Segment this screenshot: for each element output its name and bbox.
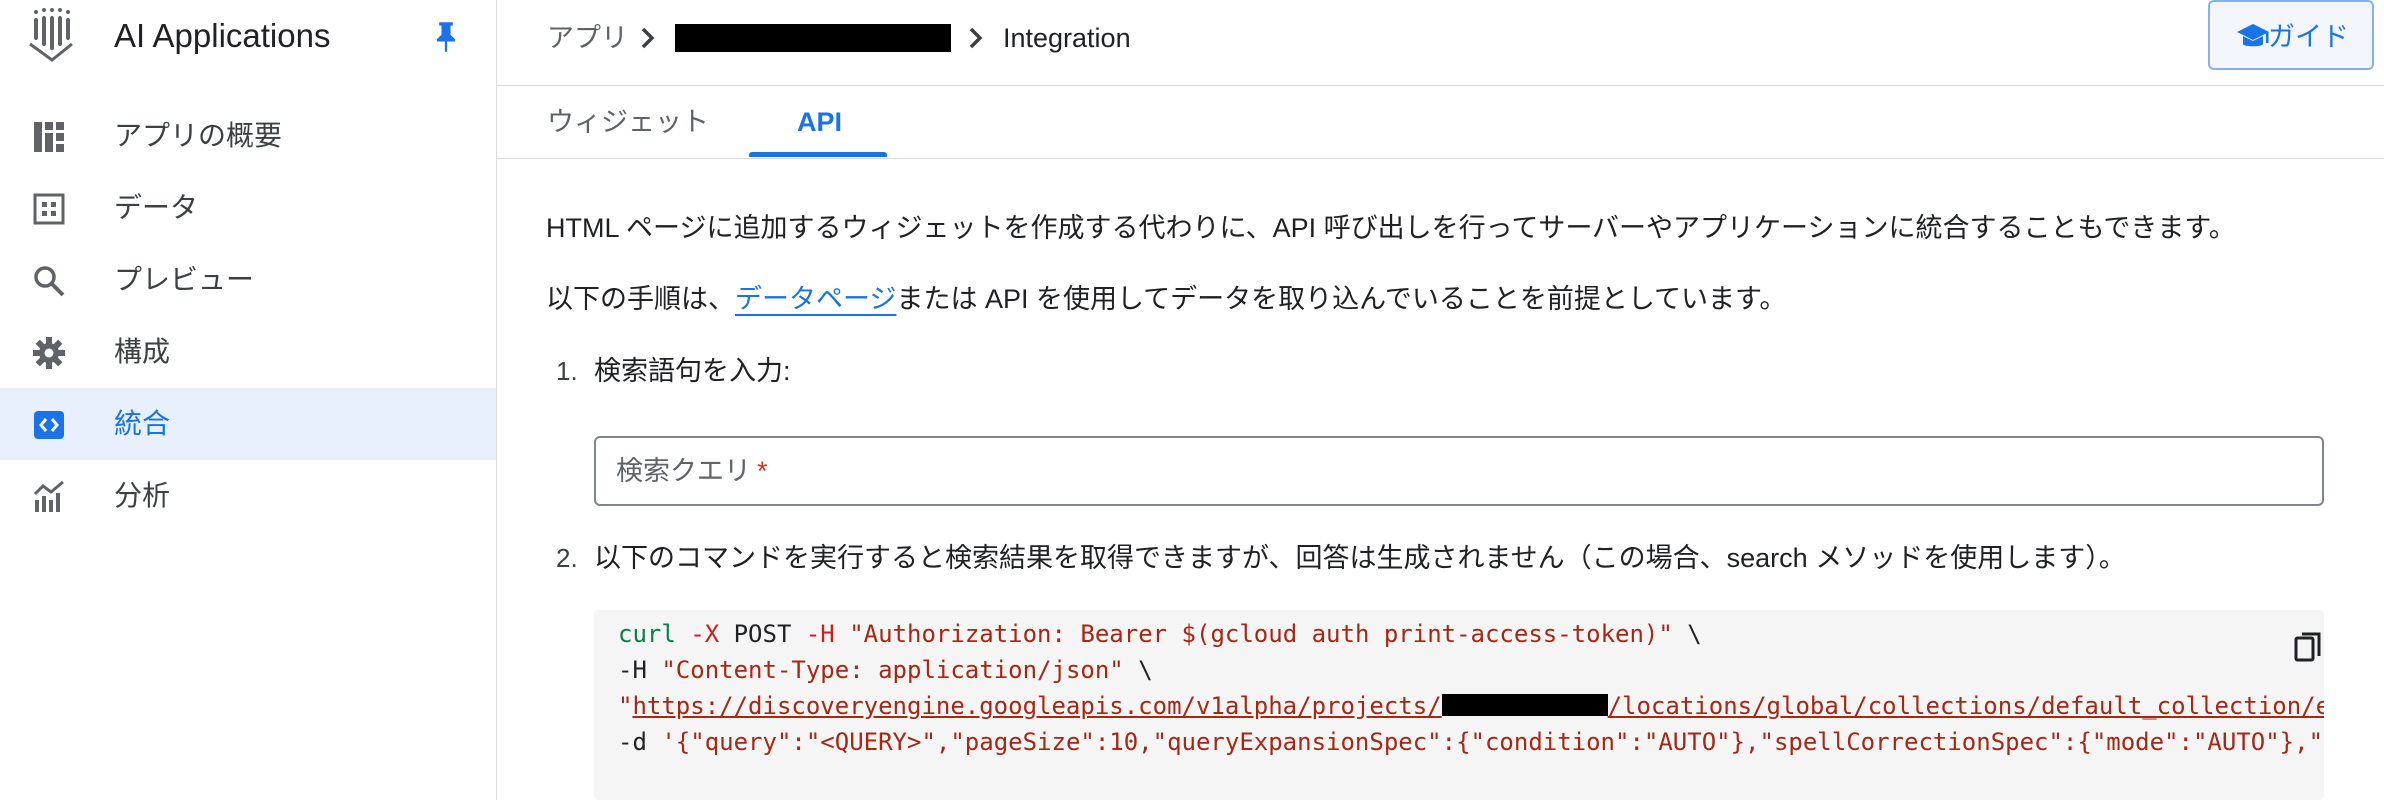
- sidebar-item-analytics[interactable]: 分析: [0, 460, 496, 532]
- prerequisite-text: 以下の手順は、データページまたは API を使用してデータを取り込んでいることを…: [546, 281, 1786, 317]
- step-number: 1.: [556, 356, 578, 386]
- data-grid-icon: [33, 193, 65, 225]
- pin-icon[interactable]: [432, 20, 460, 54]
- dashboard-icon: [34, 122, 64, 152]
- code-line: -d '{"query":"<QUERY>","pageSize":10,"qu…: [618, 724, 2324, 760]
- code-token: \: [1138, 656, 1153, 684]
- tab-bar: ウィジェット API: [497, 86, 2384, 159]
- sidebar-item-label: 構成: [114, 336, 171, 367]
- sidebar-brand: AI Applications: [0, 0, 496, 72]
- code-url-link[interactable]: https://discoveryengine.googleapis.com/v…: [632, 692, 1441, 720]
- sidebar-item-integration[interactable]: 統合: [0, 388, 496, 460]
- code-icon: [34, 411, 64, 439]
- chevron-right-icon: [969, 27, 983, 49]
- tab-api[interactable]: API: [797, 104, 842, 140]
- sidebar-item-overview[interactable]: アプリの概要: [0, 100, 496, 172]
- sidebar: AI Applications アプリの概要 データ プレビュー 構成 統合 分…: [0, 0, 497, 800]
- app-name: AI Applications: [114, 17, 331, 54]
- code-line: curl -X POST -H "Authorization: Bearer $…: [618, 616, 1702, 652]
- search-query-placeholder: 検索クエリ *: [616, 453, 768, 489]
- prerequisite-before: 以下の手順は、: [546, 284, 735, 314]
- prerequisite-after: または API を使用してデータを取り込んでいることを前提としています。: [896, 284, 1787, 314]
- code-token: ": [618, 692, 633, 720]
- code-token: curl: [618, 620, 676, 648]
- school-icon: [2237, 24, 2269, 47]
- search-icon: [34, 266, 65, 297]
- placeholder-text: 検索クエリ: [616, 456, 751, 486]
- redacted-project-id: [1441, 694, 1608, 716]
- code-token: POST: [733, 620, 792, 648]
- code-token: "Content-Type: application/json": [661, 656, 1124, 684]
- redacted-app-name: [675, 24, 951, 52]
- gear-icon: [33, 337, 65, 369]
- sidebar-item-label: データ: [114, 192, 199, 223]
- curl-code-block[interactable]: curl -X POST -H "Authorization: Bearer $…: [594, 610, 2324, 800]
- code-line: "https://discoveryengine.googleapis.com/…: [618, 688, 2324, 724]
- code-token: -H: [805, 620, 835, 648]
- sidebar-item-label: 分析: [114, 480, 171, 511]
- code-line: -H "Content-Type: application/json" \: [618, 652, 1153, 688]
- analytics-icon: [33, 480, 64, 512]
- code-token: -X: [690, 620, 720, 648]
- step-number: 2.: [556, 543, 578, 573]
- code-token: -d: [618, 728, 647, 756]
- required-marker: *: [757, 456, 768, 486]
- sidebar-item-data[interactable]: データ: [0, 172, 496, 244]
- intro-text: HTML ページに追加するウィジェットを作成する代わりに、API 呼び出しを行っ…: [546, 213, 2236, 243]
- sidebar-item-label: 統合: [114, 408, 171, 439]
- step2-text: 以下のコマンドを実行すると検索結果を取得できますが、回答は生成されません（この場…: [594, 543, 2126, 573]
- chevron-right-icon: [641, 27, 655, 49]
- code-token: \: [1687, 620, 1702, 648]
- ai-applications-logo-icon: [29, 8, 73, 62]
- copy-icon[interactable]: [2294, 632, 2322, 664]
- active-tab-indicator: [749, 152, 887, 157]
- sidebar-item-preview[interactable]: プレビュー: [0, 244, 496, 316]
- sidebar-item-configuration[interactable]: 構成: [0, 316, 496, 388]
- sidebar-item-label: アプリの概要: [114, 120, 283, 151]
- data-page-link[interactable]: データページ: [735, 284, 896, 314]
- code-token: "Authorization: Bearer $(gcloud auth pri…: [849, 620, 1673, 648]
- guide-button-label: ガイド: [2268, 22, 2349, 52]
- breadcrumb-current: Integration: [1003, 23, 1131, 53]
- sidebar-nav: アプリの概要 データ プレビュー 構成 統合 分析: [0, 100, 496, 532]
- code-url-link[interactable]: /locations/global/collections/default_co…: [1608, 692, 2324, 720]
- code-token: -H: [618, 656, 647, 684]
- tab-widget[interactable]: ウィジェット: [547, 104, 709, 140]
- guide-button[interactable]: ガイド: [2208, 0, 2374, 70]
- sidebar-item-label: プレビュー: [114, 264, 255, 295]
- search-query-input[interactable]: 検索クエリ *: [594, 436, 2324, 506]
- step1-text: 検索語句を入力:: [594, 356, 791, 386]
- page-header: アプリ Integration ガイド: [497, 0, 2384, 86]
- code-token: '{"query":"<QUERY>","pageSize":10,"query…: [661, 728, 2324, 756]
- breadcrumb-app[interactable]: アプリ: [547, 20, 628, 56]
